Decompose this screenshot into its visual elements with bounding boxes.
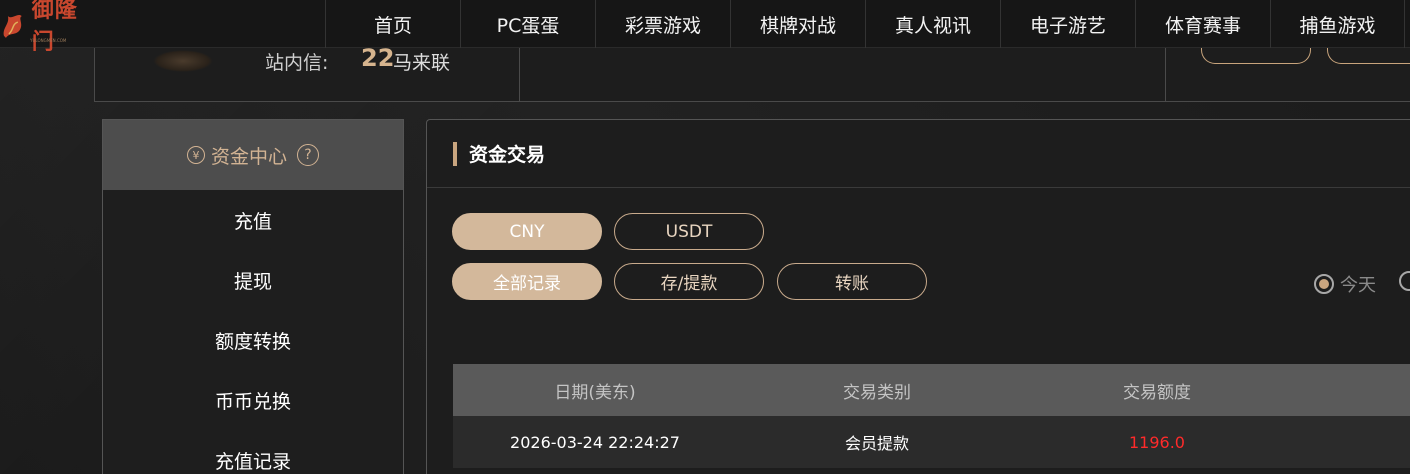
col-extra: 现 bbox=[1297, 378, 1410, 403]
tab-all-records[interactable]: 全部记录 bbox=[452, 263, 602, 300]
sidebar-item-transfer[interactable]: 额度转换 bbox=[103, 310, 403, 370]
cell-amount: 1196.0 bbox=[1129, 432, 1185, 452]
main-nav: 首页 PC蛋蛋 彩票游戏 棋牌对战 真人视讯 电子游艺 体育赛事 捕鱼游戏 bbox=[325, 0, 1405, 48]
logo-text: 御隆门 bbox=[31, 0, 78, 55]
radio-selected-icon bbox=[1314, 274, 1334, 294]
date-filter-today[interactable]: 今天 bbox=[1314, 271, 1376, 297]
tab-transfer[interactable]: 转账 bbox=[777, 263, 927, 300]
dragon-icon bbox=[3, 14, 22, 38]
table-row[interactable]: 2026-03-24 22:24:27 会员提款 1196.0 bbox=[453, 416, 1410, 468]
nav-fishing[interactable]: 捕鱼游戏 bbox=[1270, 0, 1405, 48]
nav-lottery[interactable]: 彩票游戏 bbox=[595, 0, 730, 48]
tab-usdt[interactable]: USDT bbox=[614, 213, 764, 250]
yuan-coin-icon: ¥ bbox=[186, 146, 205, 164]
table-header: 日期(美东) 交易类别 交易额度 现 bbox=[453, 364, 1410, 416]
tab-deposit-withdraw[interactable]: 存/提款 bbox=[614, 263, 764, 300]
sidebar-item-deposit[interactable]: 充值 bbox=[103, 190, 403, 250]
col-amount: 交易额度 bbox=[1123, 382, 1191, 403]
nav-live-video[interactable]: 真人视讯 bbox=[865, 0, 1000, 48]
nav-chess-cards[interactable]: 棋牌对战 bbox=[730, 0, 865, 48]
panel-header: 资金交易 bbox=[427, 120, 1410, 188]
nav-sports[interactable]: 体育赛事 bbox=[1135, 0, 1270, 48]
funds-sidebar: ¥ 资金中心 ? 充值 提现 额度转换 币币兑换 充值记录 bbox=[102, 119, 404, 474]
cell-date: 2026-03-24 22:24:27 bbox=[510, 432, 680, 452]
title-accent-bar bbox=[453, 141, 457, 166]
date-filter-label: 今天 bbox=[1340, 275, 1376, 296]
page-title: 资金交易 bbox=[469, 144, 546, 166]
top-navbar: 御隆门 YULONGMEN.COM 首页 PC蛋蛋 彩票游戏 棋牌对战 真人视讯… bbox=[0, 0, 1410, 55]
transactions-panel: 资金交易 CNY USDT 全部记录 存/提款 转账 今天 日期(美东) 交易类… bbox=[426, 119, 1410, 474]
sidebar-item-exchange[interactable]: 币币兑换 bbox=[103, 370, 403, 430]
col-type: 交易类别 bbox=[843, 382, 911, 403]
logo-subtext: YULONGMEN.COM bbox=[30, 38, 67, 43]
cell-type: 会员提款 bbox=[844, 434, 909, 453]
transactions-table: 日期(美东) 交易类别 交易额度 现 2026-03-24 22:24:27 会… bbox=[453, 364, 1410, 468]
col-date: 日期(美东) bbox=[554, 382, 636, 403]
nav-electronic[interactable]: 电子游艺 bbox=[1000, 0, 1135, 48]
nav-pc-dandan[interactable]: PC蛋蛋 bbox=[460, 0, 595, 48]
sidebar-header: ¥ 资金中心 ? bbox=[103, 120, 403, 190]
tab-cny[interactable]: CNY bbox=[452, 213, 602, 250]
date-filter-radio-2[interactable] bbox=[1399, 271, 1410, 291]
sidebar-title: 资金中心 bbox=[210, 145, 287, 168]
sidebar-item-withdraw[interactable]: 提现 bbox=[103, 250, 403, 310]
site-logo[interactable]: 御隆门 YULONGMEN.COM bbox=[0, 0, 100, 55]
sidebar-item-deposit-records[interactable]: 充值记录 bbox=[103, 430, 403, 474]
nav-home[interactable]: 首页 bbox=[325, 0, 460, 48]
help-icon[interactable]: ? bbox=[297, 144, 319, 166]
